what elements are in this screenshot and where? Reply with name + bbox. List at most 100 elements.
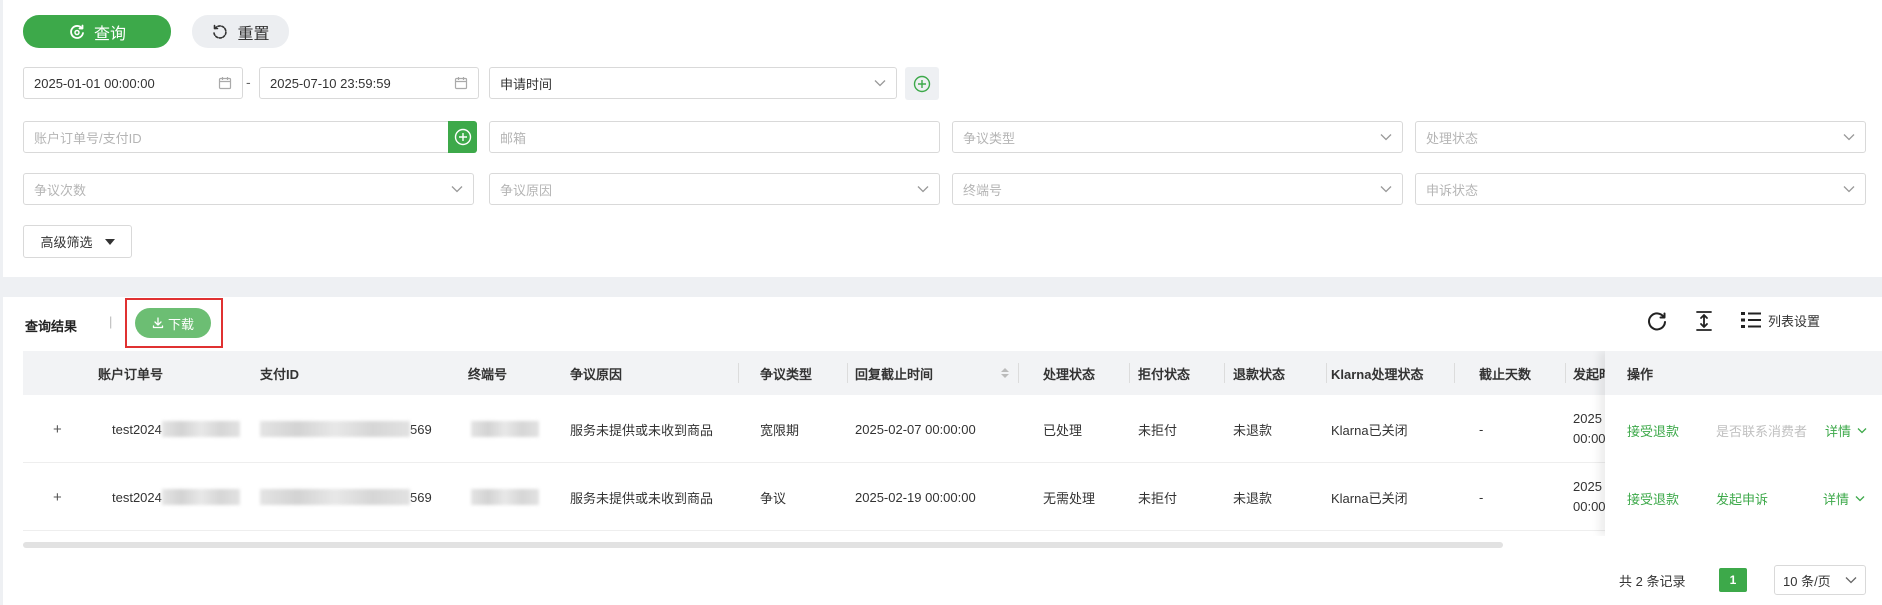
date-end-input[interactable]: 2025-07-10 23:59:59 — [259, 67, 479, 99]
terminal-select[interactable]: 终端号 — [952, 173, 1403, 205]
sort-icon[interactable] — [1001, 368, 1010, 378]
cell-days-left: - — [1479, 421, 1484, 437]
plus-circle-icon — [454, 128, 472, 146]
density-icon — [1694, 310, 1714, 332]
query-button[interactable]: 查询 — [23, 15, 171, 48]
column-settings-button[interactable]: 列表设置 — [1740, 310, 1820, 330]
detail-label: 详情 — [1823, 492, 1850, 507]
header-divider — [1326, 363, 1327, 383]
initiated-line2: 00:00 — [1573, 499, 1606, 514]
page-1-button[interactable]: 1 — [1719, 568, 1747, 592]
header-klarna-status: Klarna处理状态 — [1331, 366, 1424, 382]
result-panel: 查询结果 | 下载 列表设置 账户订单号 支付ID 终端号 争议原因 争议类型 — [3, 297, 1882, 605]
cell-refund-status: 未退款 — [1233, 490, 1273, 506]
results-table: 账户订单号 支付ID 终端号 争议原因 争议类型 回复截止时间 处理状态 拒付状… — [23, 351, 1882, 536]
cell-chargeback-status: 未拒付 — [1138, 422, 1178, 438]
detail-dropdown[interactable]: 详情 — [1825, 421, 1867, 440]
header-reply-deadline[interactable]: 回复截止时间 — [855, 351, 1010, 395]
expand-row-button[interactable]: + — [53, 395, 62, 463]
dispute-count-select[interactable]: 争议次数 — [23, 173, 474, 205]
redacted-block — [260, 489, 410, 505]
cell-process-status: 已处理 — [1043, 422, 1083, 438]
contact-consumer-link[interactable]: 是否联系消费者 — [1716, 421, 1807, 440]
cell-klarna-status: Klarna已关闭 — [1331, 422, 1408, 438]
plus-circle-icon — [913, 75, 931, 93]
header-divider — [1224, 363, 1225, 383]
dispute-type-select[interactable]: 争议类型 — [952, 121, 1403, 153]
redacted-block — [471, 421, 539, 437]
cell-chargeback-status: 未拒付 — [1138, 490, 1178, 506]
chevron-down-icon — [1380, 133, 1392, 141]
terminal-placeholder: 终端号 — [963, 182, 1003, 198]
chevron-down-icon — [874, 79, 886, 87]
accept-refund-link[interactable]: 接受退款 — [1627, 421, 1679, 440]
appeal-status-placeholder: 申诉状态 — [1426, 182, 1479, 198]
file-appeal-link[interactable]: 发起申诉 — [1716, 489, 1768, 508]
horizontal-scrollbar[interactable] — [23, 542, 1503, 548]
email-input[interactable]: 邮箱 — [489, 121, 940, 153]
chevron-down-icon — [1843, 133, 1855, 141]
page-size-value: 10 条/页 — [1783, 573, 1831, 589]
redacted-block — [161, 421, 240, 437]
cell-initiated: 2025 00:00 — [1573, 463, 1606, 531]
cell-account-order: test2024 — [112, 395, 240, 463]
pagination-total: 共 2 条记录 — [1619, 574, 1686, 589]
chevron-down-icon — [451, 185, 463, 193]
date-type-value: 申请时间 — [500, 76, 553, 92]
initiated-line1: 2025 — [1573, 479, 1602, 494]
header-type: 争议类型 — [760, 366, 813, 382]
chevron-down-icon — [1857, 427, 1867, 434]
process-status-select[interactable]: 处理状态 — [1415, 121, 1866, 153]
advanced-filter-button[interactable]: 高级筛选 — [23, 225, 132, 258]
header-payment-id: 支付ID — [260, 366, 300, 382]
cell-payment-id: 569 — [260, 395, 432, 463]
cell-type: 争议 — [760, 490, 787, 506]
dispute-reason-select[interactable]: 争议原因 — [489, 173, 940, 205]
account-order-input[interactable]: 账户订单号/支付ID — [23, 121, 449, 153]
date-start-value: 2025-01-01 00:00:00 — [34, 75, 155, 91]
header-process-status: 处理状态 — [1043, 366, 1096, 382]
date-separator: - — [246, 74, 251, 90]
dispute-reason-placeholder: 争议原因 — [500, 182, 553, 198]
header-divider — [738, 363, 739, 383]
account-order-text: test2024 — [112, 421, 162, 437]
add-ids-button[interactable] — [448, 121, 477, 153]
header-account-order: 账户订单号 — [98, 366, 164, 382]
filter-panel: 查询 重置 2025-01-01 00:00:00 - 2025-07-10 2… — [3, 0, 1882, 277]
header-divider — [1565, 363, 1566, 383]
date-type-select[interactable]: 申请时间 — [489, 67, 897, 99]
add-condition-button[interactable] — [905, 67, 939, 100]
detail-dropdown[interactable]: 详情 — [1823, 489, 1865, 508]
refresh-search-icon — [68, 23, 86, 41]
header-chargeback-status: 拒付状态 — [1138, 366, 1191, 382]
cell-klarna-status: Klarna已关闭 — [1331, 490, 1408, 506]
density-button[interactable] — [1694, 310, 1714, 332]
chevron-down-icon — [1843, 185, 1855, 193]
refresh-button[interactable] — [1646, 310, 1668, 332]
chevron-down-icon — [1855, 495, 1865, 502]
reset-button[interactable]: 重置 — [192, 15, 289, 48]
chevron-down-icon — [1845, 576, 1857, 584]
date-start-input[interactable]: 2025-01-01 00:00:00 — [23, 67, 243, 99]
header-actions: 操作 — [1605, 351, 1882, 395]
header-divider — [847, 363, 848, 383]
download-icon — [152, 317, 164, 329]
calendar-icon — [454, 76, 468, 90]
list-settings-icon — [1740, 310, 1762, 330]
expand-row-button[interactable]: + — [53, 463, 62, 531]
download-button[interactable]: 下载 — [135, 308, 211, 338]
download-label: 下载 — [167, 316, 194, 332]
header-reply-deadline-label: 回复截止时间 — [855, 366, 934, 382]
cell-reply-deadline: 2025-02-19 00:00:00 — [855, 489, 976, 505]
accept-refund-link[interactable]: 接受退款 — [1627, 489, 1679, 508]
page-size-select[interactable]: 10 条/页 — [1774, 565, 1866, 595]
actions-column: 操作 接受退款 是否联系消费者 详情 接受退款 发起申诉 详情 — [1605, 351, 1882, 536]
appeal-status-select[interactable]: 申诉状态 — [1415, 173, 1866, 205]
header-divider — [1129, 363, 1130, 383]
results-title: 查询结果 — [25, 319, 78, 334]
account-order-text: test2024 — [112, 489, 162, 505]
refresh-icon — [1646, 310, 1668, 332]
payment-id-suffix: 569 — [410, 421, 432, 437]
caret-down-icon — [104, 238, 115, 245]
chevron-down-icon — [1380, 185, 1392, 193]
